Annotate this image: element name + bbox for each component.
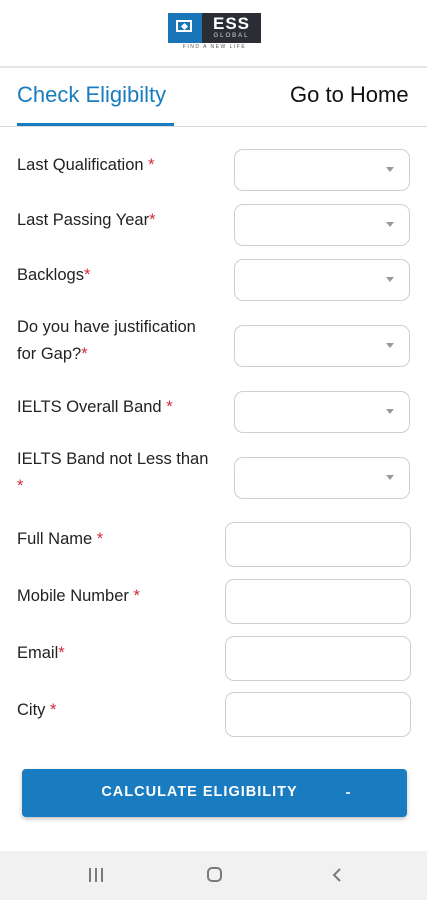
gap-justification-label: Do you have justification for Gap?* bbox=[17, 314, 196, 368]
city-label-text: City bbox=[17, 701, 50, 719]
logo-word: ESS bbox=[212, 14, 251, 33]
recent-apps-icon[interactable] bbox=[89, 868, 103, 882]
ielts-overall-band-label-text: IELTS Overall Band bbox=[17, 398, 167, 416]
tab-check-eligibility[interactable]: Check Eligibilty bbox=[17, 82, 166, 108]
ielts-min-band-select[interactable] bbox=[234, 457, 410, 499]
required-mark: * bbox=[149, 211, 156, 229]
gap-justification-select[interactable] bbox=[234, 325, 410, 367]
city-field[interactable] bbox=[225, 692, 411, 737]
last-qualification-label-text: Last Qualification bbox=[17, 156, 149, 174]
calculate-eligibility-button[interactable]: CALCULATE ELIGIBILITY bbox=[22, 769, 407, 817]
required-mark: * bbox=[58, 644, 65, 662]
required-mark: * bbox=[17, 477, 24, 495]
calculate-eligibility-label: CALCULATE ELIGIBILITY bbox=[101, 784, 298, 800]
last-passing-year-label-text: Last Passing Year bbox=[17, 211, 150, 229]
mobile-number-label-text: Mobile Number bbox=[17, 587, 134, 605]
email-label-text: Email bbox=[17, 644, 59, 662]
gap-justification-label-line2: for Gap? bbox=[17, 345, 82, 363]
last-qualification-select[interactable] bbox=[234, 149, 410, 191]
home-icon[interactable] bbox=[207, 867, 222, 882]
ielts-min-band-label: IELTS Band not Less than * bbox=[17, 446, 208, 500]
required-mark: * bbox=[50, 701, 57, 719]
full-name-field[interactable] bbox=[225, 522, 411, 567]
ielts-min-band-label-line1: IELTS Band not Less than bbox=[17, 450, 209, 468]
last-qualification-label: Last Qualification * bbox=[17, 152, 155, 179]
gap-justification-label-line1: Do you have justification bbox=[17, 318, 196, 336]
app-header: ESS GLOBAL FIND A NEW LIFE bbox=[0, 0, 427, 68]
ielts-overall-band-select[interactable] bbox=[234, 391, 410, 433]
dropdown-caret-icon bbox=[386, 409, 394, 414]
logo-tagline: FIND A NEW LIFE bbox=[182, 44, 247, 50]
backlogs-select[interactable] bbox=[234, 259, 410, 301]
button-ripple-mark bbox=[346, 792, 350, 794]
active-tab-indicator bbox=[17, 123, 174, 126]
tab-bar: Check Eligibilty Go to Home bbox=[0, 68, 427, 127]
dropdown-caret-icon bbox=[386, 343, 394, 348]
ielts-overall-band-label: IELTS Overall Band * bbox=[17, 394, 173, 421]
city-label: City * bbox=[17, 697, 56, 724]
logo-wordmark: ESS GLOBAL bbox=[202, 13, 261, 43]
dropdown-caret-icon bbox=[386, 167, 394, 172]
required-mark: * bbox=[148, 156, 155, 174]
required-mark: * bbox=[96, 530, 104, 548]
system-nav-bar bbox=[0, 851, 427, 900]
mobile-number-label: Mobile Number * bbox=[17, 583, 140, 610]
email-label: Email* bbox=[17, 640, 65, 667]
full-name-label: Full Name * bbox=[17, 526, 103, 553]
dropdown-caret-icon bbox=[386, 222, 394, 227]
required-mark: * bbox=[166, 398, 173, 416]
logo-sub: GLOBAL bbox=[213, 33, 250, 39]
tab-go-to-home[interactable]: Go to Home bbox=[290, 82, 409, 108]
full-name-label-text: Full Name bbox=[17, 530, 97, 548]
dropdown-caret-icon bbox=[386, 475, 394, 480]
email-field[interactable] bbox=[225, 636, 411, 681]
logo-emblem-icon bbox=[168, 13, 202, 43]
required-mark: * bbox=[133, 587, 140, 605]
required-mark: * bbox=[83, 266, 91, 284]
backlogs-label: Backlogs* bbox=[17, 262, 90, 289]
backlogs-label-text: Backlogs bbox=[17, 266, 84, 284]
last-passing-year-label: Last Passing Year* bbox=[17, 207, 156, 234]
mobile-number-field[interactable] bbox=[225, 579, 411, 624]
required-mark: * bbox=[81, 345, 88, 363]
dropdown-caret-icon bbox=[386, 277, 394, 282]
back-icon[interactable] bbox=[330, 867, 346, 883]
ess-global-logo: ESS GLOBAL FIND A NEW LIFE bbox=[168, 13, 261, 50]
last-passing-year-select[interactable] bbox=[234, 204, 410, 246]
